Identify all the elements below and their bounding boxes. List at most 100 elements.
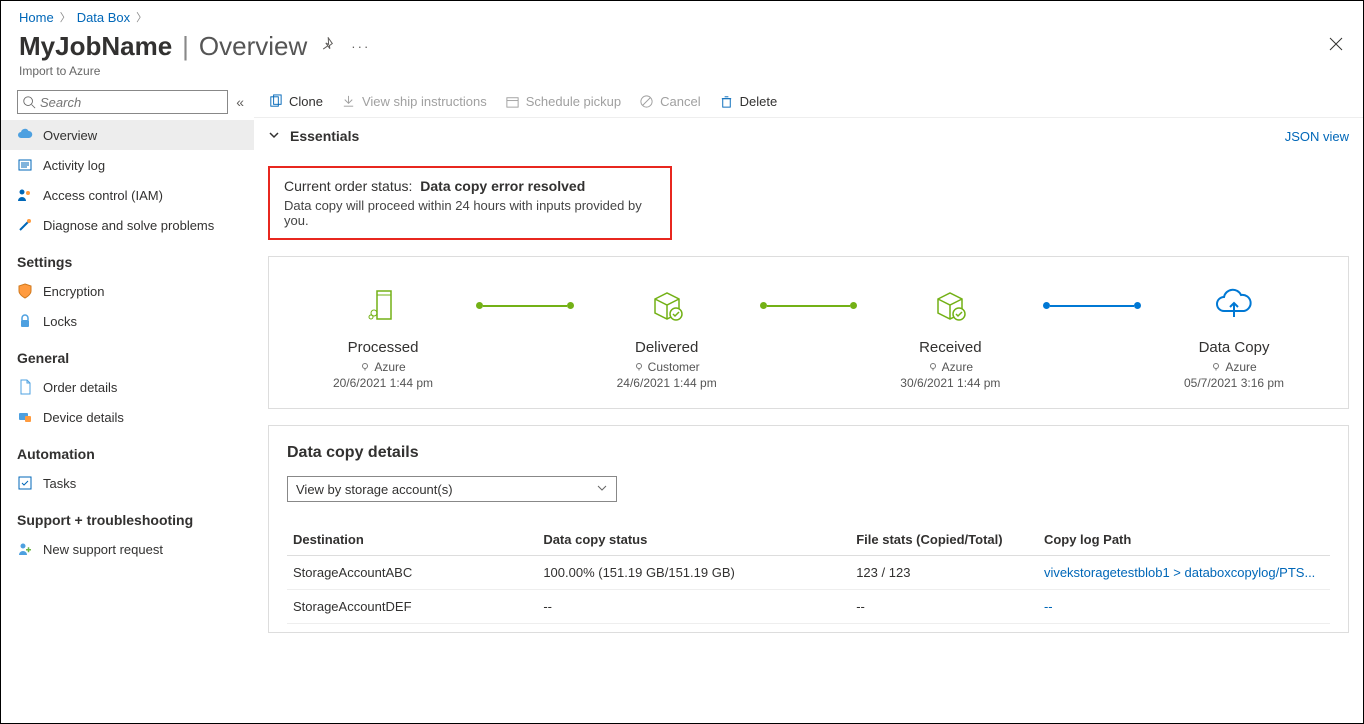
progress-connector [1050,305,1134,307]
clone-button[interactable]: Clone [268,94,323,109]
cloud-upload-icon [1214,287,1254,323]
cell-stats: -- [850,590,1038,624]
box-check-icon [649,287,685,323]
schedule-pickup-button[interactable]: Schedule pickup [505,94,621,109]
close-icon[interactable] [1327,35,1345,59]
toolbar-label: Clone [289,94,323,109]
sidebar-item-tasks[interactable]: Tasks [1,468,254,498]
json-view-link[interactable]: JSON view [1285,129,1349,144]
sidebar-item-label: Tasks [43,476,76,491]
document-icon [17,379,33,395]
breadcrumb: Home 〉 Data Box 〉 [1,1,1363,25]
box-check-icon [932,287,968,323]
col-log: Copy log Path [1038,524,1330,556]
view-by-select[interactable]: View by storage account(s) [287,476,617,502]
shield-icon [17,283,33,299]
data-copy-details: Data copy details View by storage accoun… [268,425,1349,633]
collapse-sidebar-icon[interactable]: « [236,94,244,110]
page-title: Overview [199,31,307,62]
table-row: StorageAccountABC 100.00% (151.19 GB/151… [287,556,1330,590]
progress-tracker: Processed Azure 20/6/2021 1:44 pm Delive… [268,256,1349,409]
people-icon [17,187,33,203]
tasks-icon [17,475,33,491]
view-ship-button[interactable]: View ship instructions [341,94,487,109]
step-processed: Processed Azure 20/6/2021 1:44 pm [283,287,483,390]
cell-log-link[interactable]: -- [1038,590,1330,624]
sidebar-item-locks[interactable]: Locks [1,306,254,336]
progress-connector [767,305,851,307]
cell-stats: 123 / 123 [850,556,1038,590]
toolbar-label: View ship instructions [362,94,487,109]
sidebar-item-order-details[interactable]: Order details [1,372,254,402]
section-support: Support + troubleshooting [1,498,254,534]
essentials-header: Essentials JSON view [254,118,1363,154]
select-value: View by storage account(s) [296,482,453,497]
details-title: Data copy details [287,444,1330,462]
cancel-button[interactable]: Cancel [639,94,700,109]
step-delivered: Delivered Customer 24/6/2021 1:44 pm [567,287,767,390]
toolbar-label: Schedule pickup [526,94,621,109]
step-data-copy: Data Copy Azure 05/7/2021 3:16 pm [1134,287,1334,390]
sidebar-item-device-details[interactable]: Device details [1,402,254,432]
chevron-down-icon [596,482,608,497]
sidebar-item-encryption[interactable]: Encryption [1,276,254,306]
step-received: Received Azure 30/6/2021 1:44 pm [850,287,1050,390]
chevron-right-icon: 〉 [136,9,147,25]
step-date: 05/7/2021 3:16 pm [1184,376,1284,390]
cell-status: -- [537,590,850,624]
section-general: General [1,336,254,372]
support-icon [17,541,33,557]
sidebar-item-label: Order details [43,380,117,395]
sidebar-item-label: Overview [43,128,97,143]
sidebar: « Overview Activity log Access control (… [1,86,254,723]
sidebar-item-label: Locks [43,314,77,329]
step-location: Azure [1225,360,1256,374]
cell-log-link[interactable]: vivekstoragetestblob1 > databoxcopylog/P… [1038,556,1330,590]
activity-log-icon [17,157,33,173]
status-label: Current order status: [284,178,412,194]
sidebar-item-diagnose[interactable]: Diagnose and solve problems [1,210,254,240]
sidebar-item-label: Encryption [43,284,104,299]
cell-status: 100.00% (151.19 GB/151.19 GB) [537,556,850,590]
table-row: StorageAccountDEF -- -- -- [287,590,1330,624]
status-value: Data copy error resolved [420,178,585,194]
cell-destination: StorageAccountDEF [287,590,537,624]
section-automation: Automation [1,432,254,468]
status-message: Data copy will proceed within 24 hours w… [284,198,656,228]
step-label: Data Copy [1199,339,1270,356]
job-title: MyJobName [19,31,172,62]
breadcrumb-home[interactable]: Home [19,10,54,25]
pin-icon[interactable] [321,37,337,56]
col-destination: Destination [287,524,537,556]
sidebar-item-overview[interactable]: Overview [1,120,254,150]
sidebar-item-label: Access control (IAM) [43,188,163,203]
search-field[interactable] [40,95,227,110]
col-stats: File stats (Copied/Total) [850,524,1038,556]
search-input[interactable] [17,90,228,114]
sidebar-item-activity-log[interactable]: Activity log [1,150,254,180]
step-label: Processed [348,339,419,356]
page-subtitle: Import to Azure [1,64,1363,86]
more-icon[interactable]: ··· [351,39,370,54]
step-location: Azure [942,360,973,374]
sidebar-item-support-request[interactable]: New support request [1,534,254,564]
page-header: MyJobName | Overview ··· [1,25,1363,64]
cloud-icon [17,127,33,143]
step-date: 30/6/2021 1:44 pm [900,376,1000,390]
device-icon [17,409,33,425]
col-status: Data copy status [537,524,850,556]
step-label: Received [919,339,982,356]
title-divider: | [182,31,189,62]
breadcrumb-databox[interactable]: Data Box [77,10,130,25]
copy-details-table: Destination Data copy status File stats … [287,524,1330,624]
section-settings: Settings [1,240,254,276]
sidebar-item-access-control[interactable]: Access control (IAM) [1,180,254,210]
server-icon [365,287,401,323]
chevron-down-icon[interactable] [268,129,280,144]
toolbar: Clone View ship instructions Schedule pi… [254,86,1363,118]
main-panel: Clone View ship instructions Schedule pi… [254,86,1363,723]
sidebar-item-label: Device details [43,410,124,425]
sidebar-item-label: Activity log [43,158,105,173]
delete-button[interactable]: Delete [719,94,778,109]
sidebar-item-label: Diagnose and solve problems [43,218,214,233]
